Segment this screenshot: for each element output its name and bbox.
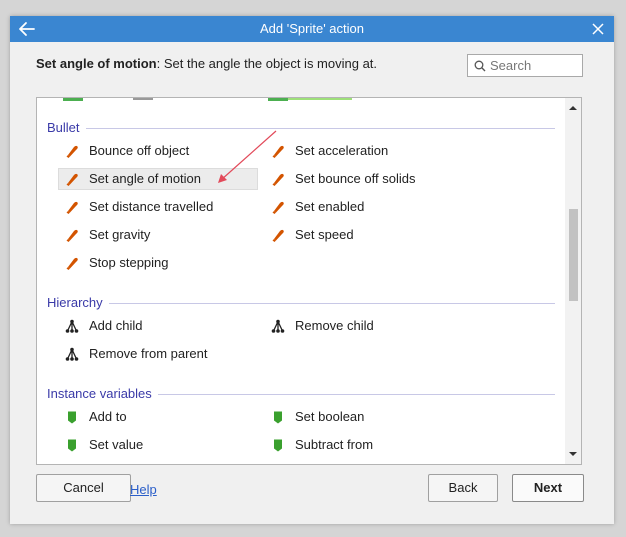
- action-item-label: Set boolean: [295, 409, 365, 424]
- section-divider: [157, 394, 555, 395]
- search-input[interactable]: [490, 57, 578, 74]
- close-icon[interactable]: [589, 20, 607, 38]
- scroll-up-icon[interactable]: [568, 103, 578, 113]
- hierarchy-icon: [271, 319, 285, 333]
- partial-item-label: [133, 98, 153, 100]
- action-item-label: Set acceleration: [295, 143, 389, 158]
- bullet-icon: [66, 201, 78, 214]
- partial-item-label: [288, 98, 352, 100]
- title-bar: Add 'Sprite' action: [10, 16, 614, 42]
- action-item[interactable]: Set acceleration: [264, 140, 454, 162]
- section-header: Instance variables: [47, 386, 152, 401]
- action-description-text: : Set the angle the object is moving at.: [156, 56, 378, 71]
- bullet-icon: [66, 257, 78, 270]
- scrollbar-thumb[interactable]: [569, 209, 578, 301]
- section-divider: [85, 128, 555, 129]
- action-item-label: Set distance travelled: [89, 199, 214, 214]
- action-item[interactable]: Set distance travelled: [58, 196, 248, 218]
- action-item-label: Bounce off object: [89, 143, 190, 158]
- action-item-label: Set gravity: [89, 227, 151, 242]
- action-item[interactable]: Set enabled: [264, 196, 454, 218]
- action-item[interactable]: Subtract from: [264, 434, 454, 456]
- action-item-label: Add to: [89, 409, 127, 424]
- action-item-label: Set speed: [295, 227, 354, 242]
- action-item-label: Stop stepping: [89, 255, 169, 270]
- action-item[interactable]: Set value: [58, 434, 248, 456]
- help-link[interactable]: Help: [130, 482, 157, 497]
- bullet-icon: [272, 201, 284, 214]
- search-icon: [474, 60, 486, 72]
- partial-item-icon: [63, 98, 83, 101]
- cancel-button[interactable]: Cancel: [36, 474, 131, 502]
- hierarchy-icon: [65, 319, 79, 333]
- search-box[interactable]: [467, 54, 583, 77]
- action-description-name: Set angle of motion: [36, 56, 157, 71]
- instance-variable-icon: [274, 439, 282, 452]
- section-header: Hierarchy: [47, 295, 103, 310]
- scrollbar[interactable]: [565, 98, 581, 464]
- action-item[interactable]: Add to: [58, 406, 248, 428]
- action-item[interactable]: Set speed: [264, 224, 454, 246]
- section-divider: [108, 303, 555, 304]
- scroll-down-icon[interactable]: [568, 449, 578, 459]
- next-button[interactable]: Next: [512, 474, 584, 502]
- action-list[interactable]: Bullet Bounce off object Set acceleration S…: [36, 97, 582, 465]
- action-item[interactable]: Stop stepping: [58, 252, 248, 274]
- hierarchy-icon: [65, 347, 79, 361]
- action-item[interactable]: Remove child: [264, 315, 454, 337]
- bullet-icon: [66, 173, 78, 186]
- action-item-label: Subtract from: [295, 437, 374, 452]
- bullet-icon: [272, 229, 284, 242]
- instance-variable-icon: [68, 411, 76, 424]
- action-description: Set angle of motion: Set the angle the o…: [36, 56, 377, 71]
- action-item-label: Set enabled: [295, 199, 365, 214]
- bullet-icon: [272, 145, 284, 158]
- dialog-title: Add 'Sprite' action: [260, 21, 364, 36]
- action-item-label: Set bounce off solids: [295, 171, 416, 186]
- bullet-icon: [66, 229, 78, 242]
- action-item-label: Remove child: [295, 318, 374, 333]
- action-item-label: Add child: [89, 318, 143, 333]
- action-item-label: Set value: [89, 437, 144, 452]
- action-item[interactable]: Set boolean: [264, 406, 454, 428]
- section-header: Bullet: [47, 120, 80, 135]
- add-action-dialog: Add 'Sprite' action Set angle of motion:…: [10, 16, 614, 524]
- action-item[interactable]: Add child: [58, 315, 248, 337]
- action-item[interactable]: Bounce off object: [58, 140, 248, 162]
- back-button[interactable]: Back: [428, 474, 498, 502]
- instance-variable-icon: [274, 411, 282, 424]
- action-item[interactable]: Set gravity: [58, 224, 248, 246]
- instance-variable-icon: [68, 439, 76, 452]
- action-item[interactable]: Set angle of motion: [58, 168, 258, 190]
- bullet-icon: [66, 145, 78, 158]
- action-item[interactable]: Remove from parent: [58, 343, 248, 365]
- action-item-label: Remove from parent: [89, 346, 208, 361]
- action-item[interactable]: Set bounce off solids: [264, 168, 454, 190]
- action-item-label: Set angle of motion: [89, 171, 202, 186]
- partial-item-icon: [268, 98, 288, 101]
- bullet-icon: [272, 173, 284, 186]
